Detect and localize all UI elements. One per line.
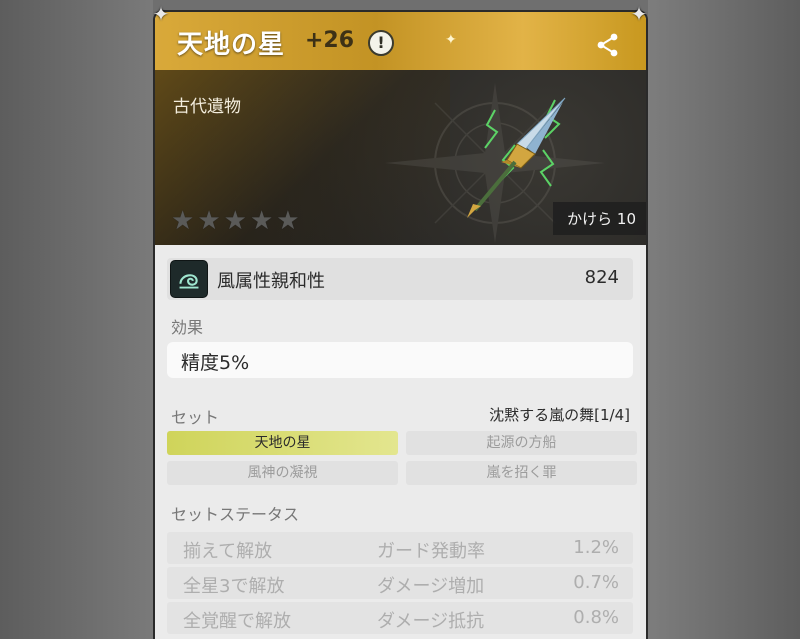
set-item[interactable]: 嵐を招く罪 xyxy=(406,461,637,485)
item-stats-panel: 風属性親和性 824 効果 精度5% セット 沈黙する嵐の舞[1/4] 天地の星… xyxy=(155,245,646,639)
attribute-value: 824 xyxy=(584,267,619,288)
status-name: ダメージ増加 xyxy=(377,576,485,597)
item-category: 古代遺物 xyxy=(173,97,241,117)
status-condition: 全覚醒で解放 xyxy=(183,611,291,632)
effect-text: 精度5% xyxy=(181,352,250,374)
share-icon[interactable] xyxy=(595,32,621,58)
star-icon: ★ xyxy=(223,206,247,236)
attribute-label: 風属性親和性 xyxy=(217,271,325,292)
set-item[interactable]: 起源の方船 xyxy=(406,431,637,455)
item-banner: 古代遺物 ★ ★ ★ ★ ★ かけら 10 xyxy=(155,70,646,245)
status-name: ダメージ抵抗 xyxy=(377,611,485,632)
attribute-row: 風属性親和性 824 xyxy=(167,258,633,300)
set-status-row: 全覚醒で解放 ダメージ抵抗 0.8% xyxy=(167,602,633,634)
rarity-stars: ★ ★ ★ ★ ★ xyxy=(171,208,300,234)
title-bar: 天地の星 +26 ! ✦ xyxy=(155,12,646,70)
background-right xyxy=(648,0,800,639)
info-icon[interactable]: ! xyxy=(368,30,394,56)
status-condition: 揃えて解放 xyxy=(183,541,273,562)
upgrade-level: +26 xyxy=(305,28,355,53)
sparkle-icon: ✦ xyxy=(445,32,457,48)
wind-element-icon xyxy=(170,260,208,298)
star-icon: ★ xyxy=(171,206,195,236)
star-icon: ★ xyxy=(197,206,221,236)
set-item[interactable]: 天地の星 xyxy=(167,431,398,455)
set-item[interactable]: 風神の凝視 xyxy=(167,461,398,485)
spear-weapon-icon xyxy=(467,97,566,218)
status-value: 0.8% xyxy=(573,607,619,628)
set-status-row: 全星3で解放 ダメージ増加 0.7% xyxy=(167,567,633,599)
effect-box: 精度5% xyxy=(167,342,633,378)
status-name: ガード発動率 xyxy=(377,541,485,562)
status-value: 0.7% xyxy=(573,572,619,593)
set-name: 沈黙する嵐の舞[1/4] xyxy=(489,406,630,424)
effect-section-label: 効果 xyxy=(171,318,204,337)
corner-ornament-icon: ✦ xyxy=(152,2,170,26)
background-left xyxy=(0,0,153,639)
star-icon: ★ xyxy=(276,206,300,236)
item-title: 天地の星 xyxy=(177,30,286,60)
kakera-count: かけら 10 xyxy=(553,202,646,235)
set-status-section-label: セットステータス xyxy=(171,505,300,524)
status-condition: 全星3で解放 xyxy=(183,576,285,597)
star-icon: ★ xyxy=(249,206,274,236)
set-status-row: 揃えて解放 ガード発動率 1.2% xyxy=(167,532,633,564)
set-section-label: セット xyxy=(171,408,220,427)
corner-ornament-icon: ✦ xyxy=(630,2,648,26)
item-detail-card: 天地の星 +26 ! ✦ 古代遺物 ★ ★ ★ ★ ★ かけら 10 風属性親和… xyxy=(153,10,648,639)
status-value: 1.2% xyxy=(573,537,619,558)
